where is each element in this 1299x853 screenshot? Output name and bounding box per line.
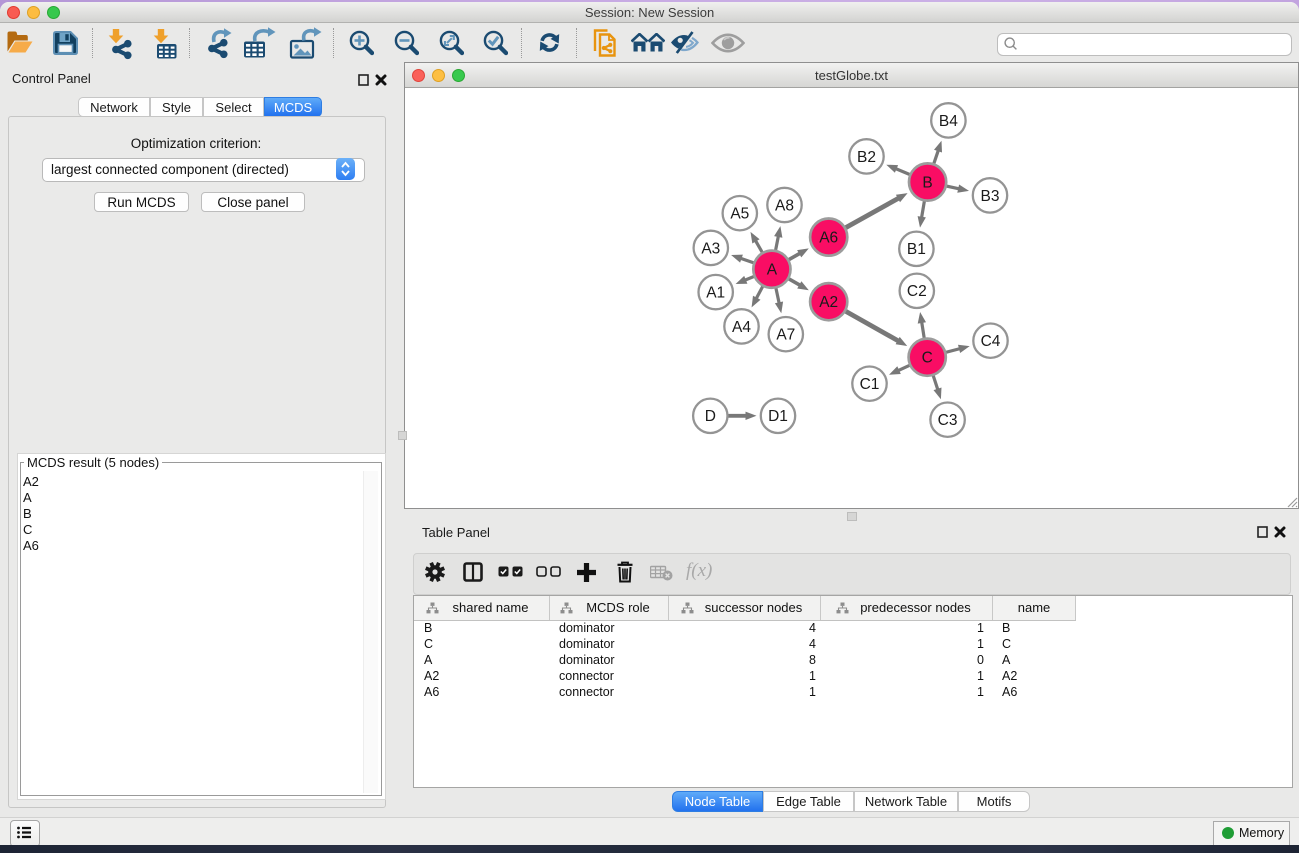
svg-text:A6: A6	[819, 230, 838, 247]
svg-text:C2: C2	[907, 283, 927, 300]
svg-text:B3: B3	[981, 188, 1000, 205]
svg-text:A4: A4	[732, 319, 751, 336]
svg-text:B2: B2	[857, 149, 876, 166]
svg-text:B: B	[922, 174, 932, 191]
svg-text:A8: A8	[775, 197, 794, 214]
svg-text:C4: C4	[981, 333, 1001, 350]
svg-text:C3: C3	[938, 412, 958, 429]
svg-text:A5: A5	[730, 206, 749, 223]
svg-text:A1: A1	[706, 285, 725, 302]
svg-text:A2: A2	[819, 294, 838, 311]
svg-text:A3: A3	[701, 240, 720, 257]
svg-text:B4: B4	[939, 113, 958, 130]
svg-text:D1: D1	[768, 408, 788, 425]
svg-text:A: A	[767, 262, 778, 279]
svg-text:C1: C1	[860, 376, 880, 393]
svg-text:D: D	[705, 408, 716, 425]
svg-text:C: C	[922, 350, 933, 367]
svg-text:B1: B1	[907, 241, 926, 258]
svg-text:A7: A7	[776, 327, 795, 344]
